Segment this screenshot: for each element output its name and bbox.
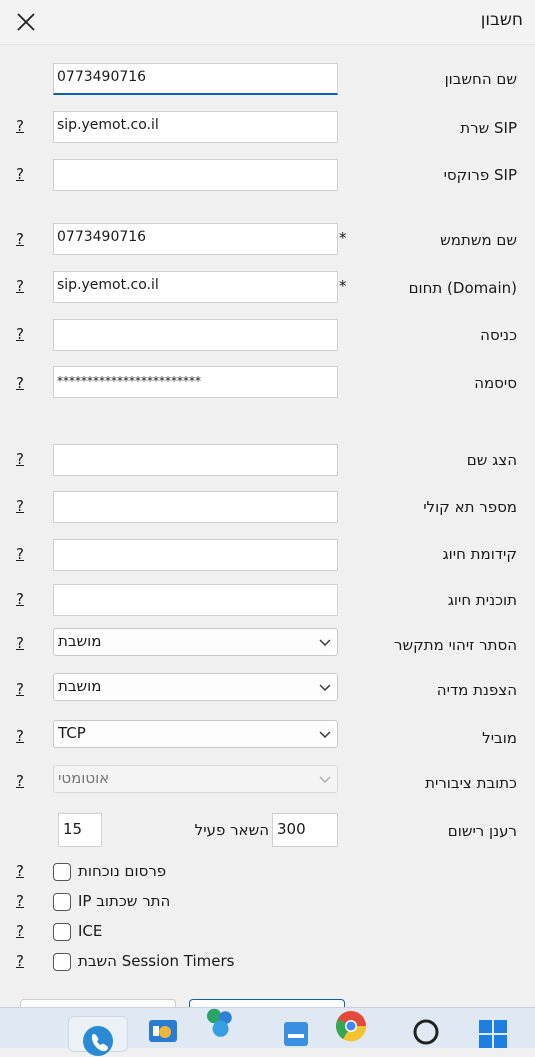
username-label: שם משתמש (440, 231, 517, 249)
dial-plan-help-link[interactable]: ? (16, 590, 24, 608)
session-timers-checkbox[interactable] (53, 953, 71, 971)
window-title: חשבון (480, 10, 523, 30)
sip-proxy-input[interactable] (53, 159, 338, 191)
close-icon (17, 13, 35, 31)
display-name-label: הצג שם (466, 451, 517, 469)
domain-help-link[interactable]: ? (16, 277, 24, 295)
presentation-app-icon[interactable] (147, 1016, 179, 1048)
keepalive-input[interactable]: 15 (58, 813, 102, 847)
chrome-icon[interactable] (335, 1010, 367, 1042)
sip-server-label: SIP שרת (460, 119, 517, 137)
dial-prefix-help-link[interactable]: ? (16, 545, 24, 563)
display-name-input[interactable] (53, 444, 338, 476)
presence-help-link[interactable]: ? (16, 862, 24, 880)
login-help-link[interactable]: ? (16, 325, 24, 343)
session-timers-help-link[interactable]: ? (16, 952, 24, 970)
password-input[interactable]: ************************ (53, 366, 338, 398)
title-bar: חשבון (0, 0, 535, 45)
media-encryption-value: מושבת (58, 677, 102, 695)
transport-label: מוביל (482, 729, 517, 747)
editor-app-icon[interactable] (280, 1016, 312, 1048)
sip-proxy-help-link[interactable]: ? (16, 165, 24, 183)
dial-plan-label: תוכנית חיוג (447, 591, 517, 609)
transport-value: TCP (58, 724, 86, 742)
ice-checkbox[interactable] (53, 923, 71, 941)
voicemail-input[interactable] (53, 491, 338, 523)
voicemail-label: מספר תא קולי (423, 498, 517, 516)
media-encryption-label: הצפנת מדיה (436, 681, 517, 699)
ip-rewrite-checkbox-label: IP התר שכתוב (78, 892, 171, 910)
windows-start-icon[interactable] (477, 1016, 509, 1048)
public-address-value: אוטומטי (58, 769, 110, 787)
public-address-label: כתובת ציבורית (425, 774, 517, 792)
phone-app-icon (83, 1026, 113, 1056)
chevron-down-icon (319, 684, 331, 691)
transport-select[interactable]: TCP (53, 720, 338, 748)
sip-server-input[interactable]: sip.yemot.co.il (53, 111, 338, 143)
keepalive-label: השאר פעיל (194, 821, 269, 839)
presence-checkbox-label: פרסום נוכחות (78, 862, 167, 880)
chevron-down-icon (319, 639, 331, 646)
media-encryption-select[interactable]: מושבת (53, 673, 338, 701)
hide-caller-id-value: מושבת (58, 632, 102, 650)
hide-caller-id-select[interactable]: מושבת (53, 628, 338, 656)
dial-prefix-input[interactable] (53, 539, 338, 571)
hide-caller-id-label: הסתר זיהוי מתקשר (394, 636, 517, 654)
password-label: סיסמה (474, 374, 517, 392)
public-address-help-link[interactable]: ? (16, 772, 24, 790)
registration-refresh-label: רענן רישום (447, 822, 517, 840)
media-encryption-help-link[interactable]: ? (16, 680, 24, 698)
voicemail-help-link[interactable]: ? (16, 497, 24, 515)
ip-rewrite-help-link[interactable]: ? (16, 892, 24, 910)
username-input[interactable]: 0773490716 (53, 223, 338, 255)
close-button[interactable] (10, 6, 42, 38)
domain-input[interactable]: sip.yemot.co.il (53, 271, 338, 303)
chevron-down-icon (319, 731, 331, 738)
username-required-mark: * (339, 229, 347, 247)
ice-help-link[interactable]: ? (16, 922, 24, 940)
sip-proxy-label: SIP פרוקסי (443, 166, 517, 184)
presence-checkbox[interactable] (53, 863, 71, 881)
account-name-input[interactable]: 0773490716 (53, 63, 338, 95)
domain-label: (Domain) תחום (408, 279, 517, 297)
login-label: כניסה (480, 326, 517, 344)
registration-interval-input[interactable]: 300 (272, 813, 338, 847)
sip-server-help-link[interactable]: ? (16, 117, 24, 135)
username-help-link[interactable]: ? (16, 230, 24, 248)
session-timers-checkbox-label: השבת Session Timers (78, 952, 235, 970)
dial-plan-input[interactable] (53, 584, 338, 616)
login-input[interactable] (53, 319, 338, 351)
transport-help-link[interactable]: ? (16, 727, 24, 745)
chat-app-icon[interactable] (203, 1008, 235, 1040)
hide-caller-id-help-link[interactable]: ? (16, 634, 24, 652)
domain-required-mark: * (339, 277, 347, 295)
chevron-down-icon (319, 776, 331, 783)
account-name-label: שם החשבון (444, 70, 517, 88)
password-help-link[interactable]: ? (16, 374, 24, 392)
dial-prefix-label: קידומת חיוג (442, 545, 517, 563)
ip-rewrite-checkbox[interactable] (53, 893, 71, 911)
public-address-select[interactable]: אוטומטי (53, 765, 338, 793)
display-name-help-link[interactable]: ? (16, 450, 24, 468)
ice-checkbox-label: ICE (78, 922, 103, 940)
taskbar (0, 1007, 535, 1056)
search-icon[interactable] (410, 1016, 442, 1048)
